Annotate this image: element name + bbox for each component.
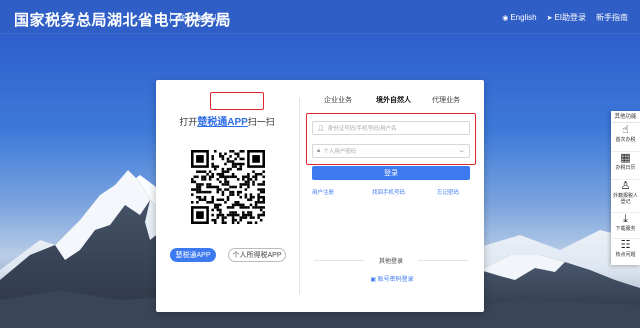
sidebar-item-label: 外籍报税人 登记 — [612, 193, 638, 205]
sidebar-item-label: 办税日历 — [615, 165, 636, 171]
highlight-box-fields — [306, 113, 476, 165]
other-login-line-left — [314, 260, 364, 261]
account-password-login-link[interactable]: ▣ 账号密码登录 — [300, 274, 484, 283]
caption-prefix: 打开 — [179, 117, 198, 127]
login-button[interactable]: 登录 — [312, 166, 470, 180]
download-icon: ⤓ — [623, 213, 628, 225]
other-login-label: 其他登录 — [378, 259, 403, 265]
sidebar-item-download[interactable]: ⤓ 下载服务 — [611, 213, 640, 239]
calendar-icon: ▦ — [620, 152, 631, 164]
other-login-section: 其他登录 — [308, 256, 474, 265]
qr-scan-caption: 打开楚税通APP扫一扫 — [156, 113, 298, 128]
key-icon: ▣ — [370, 277, 376, 283]
chat-icon: ☷ — [620, 239, 631, 251]
register-link[interactable]: 用户注册 — [312, 188, 334, 196]
other-login-line-right — [418, 260, 468, 261]
header-links: ◉ English ➤ EI助登录 新手指南 — [502, 12, 628, 23]
highlight-box-tab — [210, 92, 264, 110]
forgot-password-link[interactable]: 忘记密码 — [437, 188, 459, 196]
hand-pointer-icon: ☝ — [622, 124, 629, 136]
title-divider — [170, 12, 171, 23]
recover-phone-link[interactable]: 找回手机号码 — [372, 188, 405, 196]
alt-login-label: 账号密码登录 — [377, 277, 414, 283]
sidebar-item-first-tax[interactable]: ☝ 首次办税 — [611, 124, 640, 152]
login-qr-code — [191, 150, 265, 224]
globe-icon: ◉ — [502, 14, 509, 22]
newbie-guide-link[interactable]: 新手指南 — [596, 12, 628, 23]
sidebar-item-tax-calendar[interactable]: ▦ 办税日历 — [611, 152, 640, 180]
assist-login-link[interactable]: ➤ EI助登录 — [547, 12, 586, 23]
top-header-bar: 国家税务总局湖北省电子税务局 统一身份认证 ◉ English ➤ EI助登录 … — [0, 0, 640, 34]
sidebar-item-label: 下载服务 — [615, 226, 636, 232]
chushuitong-app-button[interactable]: 楚税通APP — [170, 248, 216, 262]
other-functions-sidebar: 其他功能 ☝ 首次办税 ▦ 办税日历 ♙ 外籍报税人 登记 ⤓ 下载服务 ☷ 热… — [611, 111, 640, 265]
qr-login-pane: 打开楚税通APP扫一扫 楚税通APP 个人所得税APP — [156, 80, 298, 312]
english-link-label: English — [510, 13, 537, 22]
sidebar-item-label: 首次办税 — [615, 137, 636, 143]
app-name-link[interactable]: 楚税通APP — [197, 117, 248, 128]
send-icon: ➤ — [546, 14, 553, 22]
newbie-guide-label: 新手指南 — [596, 13, 628, 22]
personal-tax-app-button[interactable]: 个人所得税APP — [228, 248, 286, 262]
sidebar-title: 其他功能 — [611, 111, 640, 123]
person-icon: ♙ — [620, 180, 631, 192]
caption-suffix: 扫一扫 — [247, 117, 275, 127]
sidebar-item-hot-questions[interactable]: ☷ 热点问题 — [611, 239, 640, 265]
sidebar-item-label: 热点问题 — [615, 252, 636, 258]
assist-login-label: EI助登录 — [554, 13, 586, 22]
tab-agency[interactable]: 代理业务 — [432, 95, 460, 105]
tab-foreign-individual[interactable]: 境外自然人 — [376, 95, 411, 105]
tab-enterprise[interactable]: 企业业务 — [324, 95, 352, 105]
english-link[interactable]: ◉ English — [502, 12, 536, 23]
site-subtitle: 统一身份认证 — [178, 14, 226, 23]
sidebar-item-foreign-registration[interactable]: ♙ 外籍报税人 登记 — [611, 180, 640, 213]
login-type-tabs: 企业业务 境外自然人 代理业务 — [300, 95, 484, 126]
